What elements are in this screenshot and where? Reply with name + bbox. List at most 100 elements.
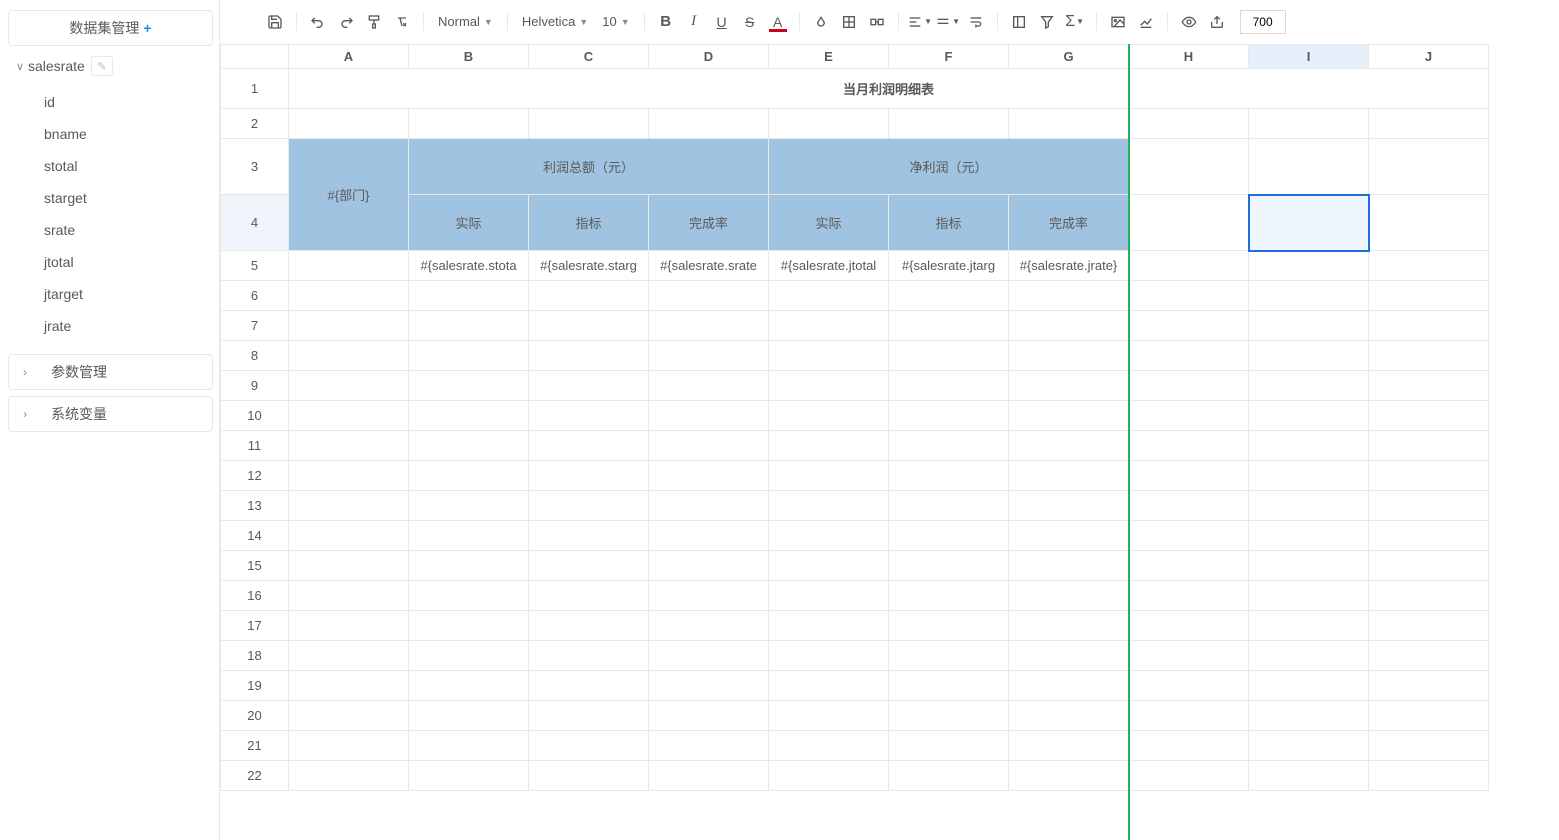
row-header[interactable]: 10 <box>221 401 289 431</box>
cell[interactable] <box>409 641 529 671</box>
cell[interactable] <box>1129 251 1249 281</box>
cell[interactable] <box>1129 139 1249 195</box>
undo-icon[interactable] <box>305 9 331 35</box>
cell[interactable] <box>1009 109 1129 139</box>
cell[interactable] <box>1009 401 1129 431</box>
cell[interactable] <box>289 311 409 341</box>
col-header[interactable]: J <box>1369 45 1489 69</box>
cell[interactable] <box>1249 581 1369 611</box>
cell[interactable]: #{salesrate.starg <box>529 251 649 281</box>
cell[interactable] <box>769 521 889 551</box>
row-header[interactable]: 19 <box>221 671 289 701</box>
cell[interactable] <box>1129 311 1249 341</box>
cell[interactable] <box>1009 461 1129 491</box>
cell[interactable] <box>529 551 649 581</box>
edit-icon[interactable]: ✎ <box>91 56 113 76</box>
merge-icon[interactable] <box>864 9 890 35</box>
cell[interactable] <box>1129 401 1249 431</box>
active-cell[interactable] <box>1249 195 1369 251</box>
col-header[interactable]: H <box>1129 45 1249 69</box>
cell[interactable] <box>529 311 649 341</box>
cell[interactable] <box>1369 195 1489 251</box>
cell[interactable] <box>769 371 889 401</box>
cell[interactable] <box>1369 671 1489 701</box>
cell[interactable] <box>1369 551 1489 581</box>
cell[interactable] <box>1009 701 1129 731</box>
row-header[interactable]: 20 <box>221 701 289 731</box>
cell[interactable] <box>1369 701 1489 731</box>
cell[interactable] <box>889 311 1009 341</box>
text-wrap-icon[interactable] <box>963 9 989 35</box>
cell[interactable] <box>649 611 769 641</box>
cell[interactable] <box>409 491 529 521</box>
cell[interactable] <box>1369 641 1489 671</box>
cell[interactable] <box>769 671 889 701</box>
cell[interactable] <box>529 461 649 491</box>
cell[interactable] <box>649 641 769 671</box>
cell[interactable] <box>289 701 409 731</box>
cell[interactable] <box>289 281 409 311</box>
cell[interactable] <box>1249 761 1369 791</box>
select-all-corner[interactable] <box>221 45 289 69</box>
cell[interactable] <box>889 461 1009 491</box>
cell[interactable] <box>1249 401 1369 431</box>
row-header[interactable]: 9 <box>221 371 289 401</box>
cell[interactable] <box>529 341 649 371</box>
sub-header-cell[interactable]: 指标 <box>529 195 649 251</box>
cell[interactable] <box>1249 491 1369 521</box>
cell[interactable] <box>1129 281 1249 311</box>
row-header[interactable]: 3 <box>221 139 289 195</box>
cell[interactable] <box>1249 371 1369 401</box>
borders-icon[interactable] <box>836 9 862 35</box>
cell[interactable] <box>889 401 1009 431</box>
row-header[interactable]: 8 <box>221 341 289 371</box>
cell[interactable] <box>1369 311 1489 341</box>
cell[interactable] <box>289 491 409 521</box>
format-select[interactable]: Normal▼ <box>432 12 499 31</box>
cell[interactable] <box>1369 401 1489 431</box>
row-header[interactable]: 13 <box>221 491 289 521</box>
font-select[interactable]: Helvetica▼ <box>516 12 594 31</box>
zoom-input[interactable] <box>1240 10 1286 34</box>
field-item[interactable]: id <box>44 86 213 118</box>
cell[interactable] <box>1129 195 1249 251</box>
cell[interactable]: #{salesrate.jrate} <box>1009 251 1129 281</box>
cell[interactable] <box>1369 281 1489 311</box>
cell[interactable] <box>649 311 769 341</box>
col-header[interactable]: C <box>529 45 649 69</box>
col-header[interactable]: A <box>289 45 409 69</box>
row-header[interactable]: 21 <box>221 731 289 761</box>
cell[interactable] <box>769 281 889 311</box>
cell[interactable] <box>409 311 529 341</box>
cell[interactable] <box>649 281 769 311</box>
cell[interactable] <box>409 371 529 401</box>
font-color-icon[interactable]: A <box>765 9 791 35</box>
cell[interactable] <box>889 581 1009 611</box>
cell[interactable] <box>649 521 769 551</box>
cell[interactable] <box>1009 431 1129 461</box>
cell[interactable]: #{salesrate.jtotal <box>769 251 889 281</box>
cell[interactable] <box>1129 461 1249 491</box>
dept-header-cell[interactable]: #{部门} <box>289 139 409 251</box>
cell[interactable] <box>409 461 529 491</box>
dataset-tree-item[interactable]: ∨ salesrate ✎ <box>8 52 213 78</box>
plus-icon[interactable]: + <box>143 20 151 36</box>
cell[interactable] <box>1129 671 1249 701</box>
cell[interactable]: #{salesrate.stota <box>409 251 529 281</box>
formula-icon[interactable]: Σ▼ <box>1062 9 1088 35</box>
cell[interactable] <box>409 671 529 701</box>
cell[interactable] <box>409 551 529 581</box>
cell[interactable] <box>889 761 1009 791</box>
cell[interactable] <box>289 371 409 401</box>
cell[interactable] <box>1009 731 1129 761</box>
cell[interactable] <box>1129 431 1249 461</box>
cell[interactable] <box>1009 641 1129 671</box>
row-header[interactable]: 11 <box>221 431 289 461</box>
cell[interactable] <box>769 461 889 491</box>
col-header[interactable]: E <box>769 45 889 69</box>
cell[interactable] <box>1369 251 1489 281</box>
cell[interactable] <box>409 281 529 311</box>
col-header[interactable]: F <box>889 45 1009 69</box>
cell[interactable] <box>649 109 769 139</box>
col-header[interactable]: G <box>1009 45 1129 69</box>
